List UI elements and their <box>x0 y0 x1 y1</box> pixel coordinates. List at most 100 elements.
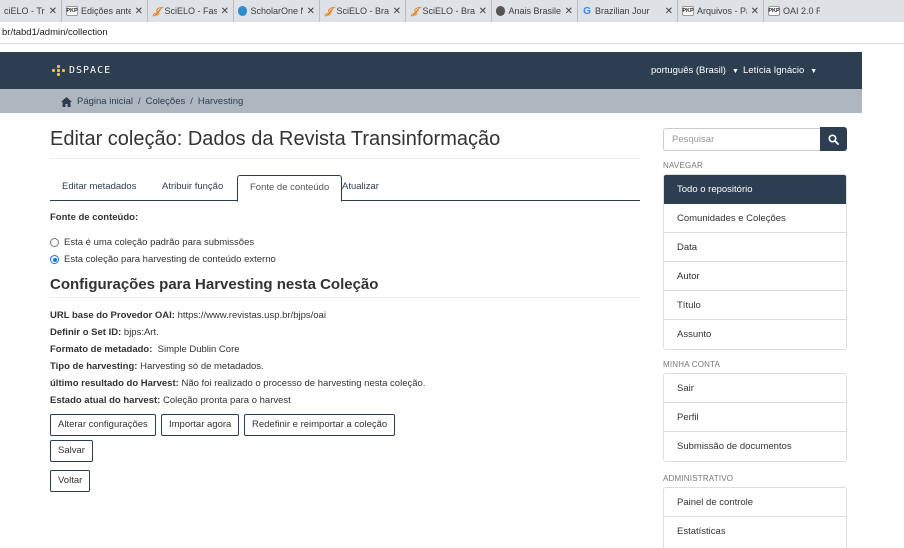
info-label: Estado atual do harvest: <box>50 395 161 406</box>
info-value: Coleção pronta para o harvest <box>160 395 291 406</box>
user-menu-dropdown[interactable]: Letícia Ignácio ▼ <box>743 65 817 76</box>
change-settings-button[interactable]: Alterar configurações <box>50 414 156 436</box>
tab-assign-roles[interactable]: Atribuir função <box>150 175 235 201</box>
admin-heading: ADMINISTRATIVO <box>663 474 734 483</box>
divider <box>50 158 640 159</box>
browser-tab[interactable]: 𝒥 SciELO - Fasc ✕ <box>148 0 234 22</box>
radio-standard[interactable] <box>50 238 59 247</box>
radio-option-harvest[interactable]: Esta coleção para harvesting de conteúdo… <box>50 254 276 265</box>
info-oai-url: URL base do Provedor OAI: https://www.re… <box>50 310 326 321</box>
tab-title: SciELO - Braz <box>336 6 389 16</box>
info-last-result: último resultado do Harvest: Não foi rea… <box>50 378 425 389</box>
pkp-icon: PKP <box>768 6 780 16</box>
close-icon[interactable]: ✕ <box>393 6 401 17</box>
info-metadata-format: Formato de metadado: Simple Dublin Core <box>50 344 240 355</box>
breadcrumb-bar: Página inicial / Coleções / Harvesting <box>0 89 862 113</box>
radio-harvest-label: Esta coleção para harvesting de conteúdo… <box>64 254 276 265</box>
breadcrumb-separator: / <box>137 96 141 107</box>
navigate-heading: NAVEGAR <box>663 161 703 170</box>
browser-tab[interactable]: PKP Arquivos - Pá ✕ <box>678 0 764 22</box>
account-list: Sair Perfil Submissão de documentos <box>663 373 847 462</box>
close-icon[interactable]: ✕ <box>307 6 315 17</box>
scielo-icon: 𝒥 <box>325 5 333 17</box>
content-tabs: Editar metadados Atribuir função Fonte d… <box>50 175 640 202</box>
tab-content-source[interactable]: Fonte de conteúdo <box>237 175 343 202</box>
browser-tab[interactable]: ciELO - Trans ✕ <box>0 0 62 22</box>
info-value: https://www.revistas.usp.br/bjps/oai <box>174 310 326 321</box>
account-heading: MINHA CONTA <box>663 360 721 369</box>
tab-title: OAI 2.0 Re <box>783 6 820 16</box>
info-label: Tipo de harvesting: <box>50 361 138 372</box>
tab-edit-metadata[interactable]: Editar metadados <box>50 175 148 201</box>
info-label: Definir o Set ID: <box>50 327 122 338</box>
info-label: último resultado do Harvest: <box>50 378 179 389</box>
home-icon <box>61 96 72 107</box>
tab-title: SciELO - Braz <box>422 6 475 16</box>
browser-tab[interactable]: PKP Edições anter ✕ <box>62 0 148 22</box>
tab-title: ciELO - Trans <box>4 6 45 16</box>
info-set-id: Definir o Set ID: bjps:Art. <box>50 327 159 338</box>
logo-text: DSPACE <box>69 65 112 76</box>
sidebar-item-title[interactable]: Título <box>664 291 846 320</box>
sidebar-item-statistics[interactable]: Estatísticas <box>664 517 846 546</box>
info-value: Não foi realizado o processo de harvesti… <box>178 378 426 389</box>
search-icon <box>828 133 839 145</box>
tab-update[interactable]: Atualizar <box>330 175 391 201</box>
pkp-icon: PKP <box>682 6 694 16</box>
save-button[interactable]: Salvar <box>50 440 93 462</box>
top-navbar: DSPACE português (Brasil) ▼ Letícia Ignác… <box>0 52 862 89</box>
tab-title: Anais Brasile <box>508 6 561 16</box>
sidebar-item-date[interactable]: Data <box>664 233 846 262</box>
browser-tab[interactable]: 𝒥 SciELO - Braz ✕ <box>406 0 492 22</box>
breadcrumb-collections-link[interactable]: Coleções <box>146 96 186 107</box>
close-icon[interactable]: ✕ <box>479 6 487 17</box>
radio-harvest[interactable] <box>50 255 59 264</box>
radio-standard-label: Esta é uma coleção padrão para submissõe… <box>64 237 255 248</box>
scielo-icon: 𝒥 <box>411 5 419 17</box>
close-icon[interactable]: ✕ <box>565 6 573 17</box>
admin-list: Painel de controle Estatísticas <box>663 487 847 548</box>
browser-tab[interactable]: Anais Brasile ✕ <box>492 0 578 22</box>
back-button[interactable]: Voltar <box>50 470 91 492</box>
dspace-logo[interactable]: DSPACE <box>52 65 111 76</box>
import-now-button[interactable]: Importar agora <box>161 414 240 436</box>
breadcrumb-home-link[interactable]: Página inicial <box>77 96 133 107</box>
sidebar-item-logout[interactable]: Sair <box>664 374 846 403</box>
search-input[interactable]: Pesquisar <box>663 128 820 151</box>
close-icon[interactable]: ✕ <box>751 6 759 17</box>
user-name: Letícia Ignácio <box>743 65 805 76</box>
breadcrumb-current: Harvesting <box>197 96 244 107</box>
sidebar-item-author[interactable]: Autor <box>664 262 846 291</box>
sidebar-item-control-panel[interactable]: Painel de controle <box>664 488 846 517</box>
sidebar-item-profile[interactable]: Perfil <box>664 403 846 432</box>
radio-option-standard[interactable]: Esta é uma coleção padrão para submissõe… <box>50 237 254 248</box>
close-icon[interactable]: ✕ <box>135 6 143 17</box>
address-bar[interactable]: br/tabd1/admin/collection <box>0 22 904 44</box>
sidebar-item-submissions[interactable]: Submissão de documentos <box>664 432 846 461</box>
browser-tab[interactable]: G Brazilian Jour ✕ <box>578 0 678 22</box>
info-value: Harvesting só de metadados. <box>137 361 264 372</box>
scholarone-icon <box>238 6 248 16</box>
scielo-icon: 𝒥 <box>153 5 161 17</box>
section-title: Configurações para Harvesting nesta Cole… <box>50 276 379 293</box>
tab-title: Brazilian Jour <box>594 6 650 16</box>
browser-tab[interactable]: PKP OAI 2.0 Re <box>764 0 824 22</box>
browser-tab[interactable]: ScholarOne N ✕ <box>234 0 320 22</box>
browser-tab[interactable]: 𝒥 SciELO - Braz ✕ <box>320 0 406 22</box>
close-icon[interactable]: ✕ <box>221 6 229 17</box>
info-harvest-type: Tipo de harvesting: Harvesting só de met… <box>50 361 264 372</box>
search-button[interactable] <box>820 127 847 151</box>
page-title: Editar coleção: Dados da Revista Transin… <box>50 128 501 150</box>
sidebar-item-all-repository[interactable]: Todo o repositório <box>664 175 846 204</box>
breadcrumb-separator: / <box>190 96 193 107</box>
info-label: Formato de metadado: <box>50 344 153 355</box>
reset-reimport-button[interactable]: Redefinir e reimportar a coleção <box>244 414 396 436</box>
close-icon[interactable]: ✕ <box>49 6 57 17</box>
info-value: Simple Dublin Core <box>152 344 240 355</box>
close-icon[interactable]: ✕ <box>665 6 673 17</box>
info-current-status: Estado atual do harvest: Coleção pronta … <box>50 395 291 406</box>
sidebar-item-communities-collections[interactable]: Comunidades e Coleções <box>664 204 846 233</box>
tab-title: SciELO - Fasc <box>164 6 217 16</box>
language-dropdown[interactable]: português (Brasil) ▼ <box>651 65 739 76</box>
sidebar-item-subject[interactable]: Assunto <box>664 320 846 349</box>
